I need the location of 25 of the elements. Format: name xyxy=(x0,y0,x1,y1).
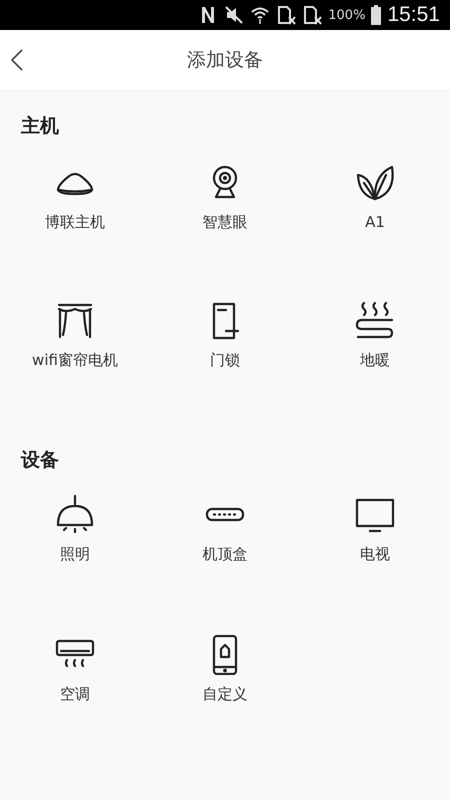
device-label[interactable]: 自定义 xyxy=(202,685,248,704)
battery-icon xyxy=(371,5,382,25)
leaves-icon xyxy=(354,163,396,203)
device-label[interactable]: 照明 xyxy=(60,545,90,564)
no-sim-icon xyxy=(276,5,296,25)
device-label[interactable]: 门锁 xyxy=(210,351,240,370)
no-sim-icon xyxy=(302,5,322,25)
clock: 15:51 xyxy=(387,3,440,27)
device-label[interactable]: 地暖 xyxy=(360,351,390,370)
device-label[interactable]: 智慧眼 xyxy=(202,213,248,232)
device-label[interactable]: wifi窗帘电机 xyxy=(32,351,118,370)
battery-percent: 100% xyxy=(328,8,366,22)
wifi-icon xyxy=(250,5,270,25)
floor-heating-icon xyxy=(354,301,396,341)
device-label[interactable]: A1 xyxy=(365,213,385,231)
ceiling-lamp-icon xyxy=(54,495,96,535)
page-title: 添加设备 xyxy=(187,48,263,73)
section-title: 主机 xyxy=(20,114,60,139)
mute-icon xyxy=(224,5,244,25)
device-label[interactable]: 机顶盒 xyxy=(202,545,248,564)
device-label[interactable]: 博联主机 xyxy=(45,213,105,232)
back-icon xyxy=(10,48,24,72)
device-label[interactable]: 空调 xyxy=(60,685,90,704)
section-title: 设备 xyxy=(20,448,60,473)
device-label[interactable]: 电视 xyxy=(360,545,390,564)
